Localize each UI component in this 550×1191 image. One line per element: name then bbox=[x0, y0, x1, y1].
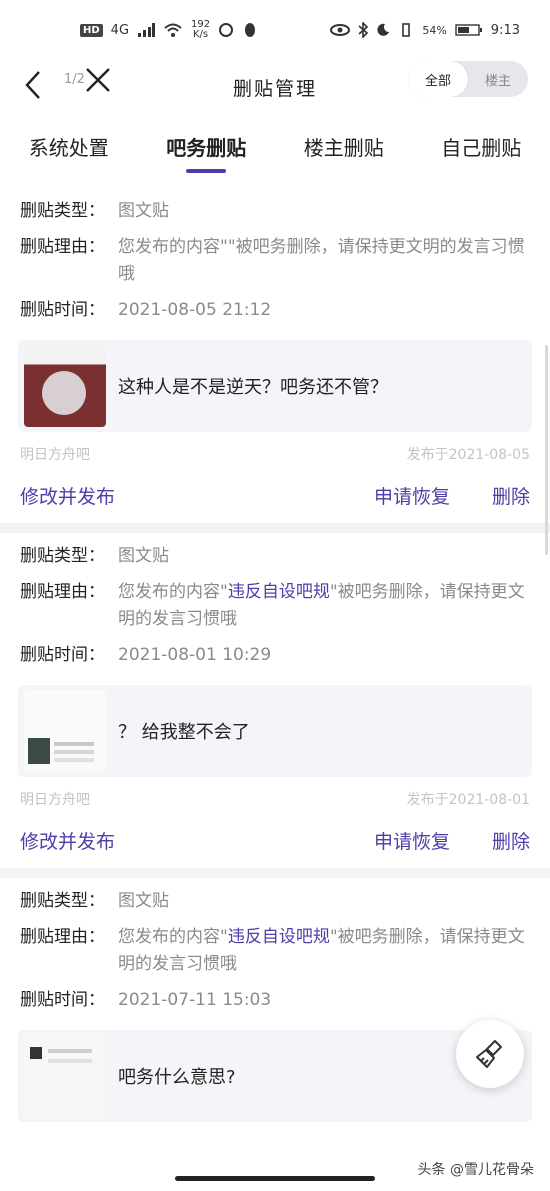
bluetooth-icon bbox=[358, 22, 369, 38]
scrollbar[interactable] bbox=[545, 345, 548, 555]
post-meta: 明日方舟吧 发布于2021-08-01 bbox=[20, 789, 530, 809]
tab-system[interactable]: 系统处置 bbox=[29, 124, 109, 161]
network-label: 4G bbox=[110, 22, 130, 38]
tab-self-delete[interactable]: 自己删贴 bbox=[441, 124, 521, 161]
time-value: 2021-07-11 15:03 bbox=[118, 990, 272, 1010]
type-value: 图文贴 bbox=[118, 891, 169, 911]
post-preview[interactable]: 这种人是不是逆天？吧务还不管？ bbox=[18, 340, 532, 432]
battery-percent: 54% bbox=[422, 23, 447, 37]
signal-icon bbox=[138, 23, 156, 37]
time-value: 2021-08-05 21:12 bbox=[118, 300, 272, 320]
reason-label: 删贴理由： bbox=[20, 237, 105, 257]
status-bar: HD 4G 192 K/s 54% 9:13 bbox=[0, 0, 550, 60]
type-label: 删贴类型： bbox=[20, 891, 105, 911]
watermark: 头条 @雪儿花骨朵 bbox=[417, 1162, 534, 1178]
hd-badge: HD bbox=[80, 23, 103, 37]
reason-value: 您发布的内容"违反自设吧规"被吧务删除，请保持更文明的发言习惯哦 bbox=[118, 924, 530, 978]
forum-name: 明日方舟吧 bbox=[20, 792, 90, 808]
post-meta: 明日方舟吧 发布于2021-08-05 bbox=[20, 444, 530, 464]
reason-row: 删贴理由： 您发布的内容"违反自设吧规"被吧务删除，请保持更文明的发言习惯哦 bbox=[20, 579, 530, 633]
segment-all[interactable]: 全部 bbox=[408, 61, 468, 97]
rule-violation-link: 违反自设吧规 bbox=[227, 927, 330, 947]
status-right: 54% 9:13 bbox=[330, 22, 520, 38]
type-row: 删贴类型： 图文贴 bbox=[20, 198, 530, 225]
reason-value: 您发布的内容"违反自设吧规"被吧务删除，请保持更文明的发言习惯哦 bbox=[118, 579, 530, 633]
battery-icon bbox=[455, 24, 482, 36]
tab-admin-delete[interactable]: 吧务删贴 bbox=[166, 124, 246, 173]
filter-segment: 全部 楼主 bbox=[408, 61, 528, 97]
reason-text: 您发布的内容""被吧务删除，请保持更文明的发言习惯哦 bbox=[118, 237, 525, 284]
speed-unit: K/s bbox=[193, 29, 209, 40]
type-label: 删贴类型： bbox=[20, 201, 105, 221]
divider bbox=[0, 523, 550, 533]
tab-owner-delete[interactable]: 楼主删贴 bbox=[304, 124, 384, 161]
network-speed: 192 K/s bbox=[191, 20, 210, 40]
penguin-icon bbox=[245, 23, 256, 37]
reason-row: 删贴理由： 您发布的内容""被吧务删除，请保持更文明的发言习惯哦 bbox=[20, 234, 530, 288]
edit-republish-button[interactable]: 修改并发布 bbox=[20, 482, 115, 509]
list-item: 删贴类型： 图文贴 删贴理由： 您发布的内容"违反自设吧规"被吧务删除，请保持更… bbox=[0, 878, 550, 1148]
post-thumbnail bbox=[24, 1035, 106, 1117]
post-title: ？ 给我整不会了 bbox=[118, 722, 250, 743]
request-restore-button[interactable]: 申请恢复 bbox=[374, 482, 450, 509]
publish-date: 发布于2021-08-05 bbox=[406, 447, 530, 463]
status-left: HD 4G 192 K/s bbox=[80, 20, 258, 40]
eye-icon bbox=[330, 24, 351, 36]
post-thumbnail bbox=[24, 690, 106, 772]
app-notification-icon bbox=[219, 23, 234, 37]
request-restore-button[interactable]: 申请恢复 bbox=[374, 827, 450, 854]
card-actions: 修改并发布 申请恢复 删除 bbox=[20, 482, 530, 509]
time-label: 删贴时间： bbox=[20, 645, 105, 665]
type-row: 删贴类型： 图文贴 bbox=[20, 888, 530, 915]
forum-name: 明日方舟吧 bbox=[20, 447, 90, 463]
type-value: 图文贴 bbox=[118, 546, 169, 566]
divider bbox=[0, 868, 550, 878]
time-row: 删贴时间： 2021-07-11 15:03 bbox=[20, 987, 530, 1014]
post-preview[interactable]: ？ 给我整不会了 bbox=[18, 685, 532, 777]
post-preview[interactable]: 吧务什么意思? bbox=[18, 1030, 532, 1122]
wifi-icon bbox=[164, 23, 182, 37]
time-row: 删贴时间： 2021-08-05 21:12 bbox=[20, 297, 530, 324]
post-title: 吧务什么意思? bbox=[118, 1067, 236, 1088]
card-actions: 修改并发布 申请恢复 删除 bbox=[20, 827, 530, 854]
segment-owner[interactable]: 楼主 bbox=[468, 61, 528, 97]
deleted-posts-list: 删贴类型： 图文贴 删贴理由： 您发布的内容""被吧务删除，请保持更文明的发言习… bbox=[0, 188, 550, 1148]
home-indicator[interactable] bbox=[175, 1176, 375, 1181]
type-value: 图文贴 bbox=[118, 201, 169, 221]
delete-button[interactable]: 删除 bbox=[492, 482, 530, 509]
type-row: 删贴类型： 图文贴 bbox=[20, 543, 530, 570]
time-label: 删贴时间： bbox=[20, 990, 105, 1010]
clean-up-button[interactable] bbox=[456, 1020, 524, 1088]
reason-label: 删贴理由： bbox=[20, 927, 105, 947]
rule-violation-link: 违反自设吧规 bbox=[227, 582, 330, 602]
reason-text: 您发布的内容" bbox=[118, 582, 228, 602]
vibrate-icon bbox=[402, 23, 411, 37]
list-item: 删贴类型： 图文贴 删贴理由： 您发布的内容"违反自设吧规"被吧务删除，请保持更… bbox=[0, 533, 550, 868]
app-header: 1/2 删贴管理 全部 楼主 bbox=[0, 60, 550, 112]
edit-republish-button[interactable]: 修改并发布 bbox=[20, 827, 115, 854]
moon-icon bbox=[377, 23, 390, 36]
post-title: 这种人是不是逆天？吧务还不管？ bbox=[118, 377, 388, 398]
tab-bar: 系统处置 吧务删贴 楼主删贴 自己删贴 bbox=[0, 124, 550, 180]
time-row: 删贴时间： 2021-08-01 10:29 bbox=[20, 642, 530, 669]
clock: 9:13 bbox=[490, 22, 520, 38]
reason-value: 您发布的内容""被吧务删除，请保持更文明的发言习惯哦 bbox=[118, 234, 530, 288]
time-label: 删贴时间： bbox=[20, 300, 105, 320]
post-thumbnail bbox=[24, 345, 106, 427]
type-label: 删贴类型： bbox=[20, 546, 105, 566]
reason-row: 删贴理由： 您发布的内容"违反自设吧规"被吧务删除，请保持更文明的发言习惯哦 bbox=[20, 924, 530, 978]
time-value: 2021-08-01 10:29 bbox=[118, 645, 272, 665]
list-item: 删贴类型： 图文贴 删贴理由： 您发布的内容""被吧务删除，请保持更文明的发言习… bbox=[0, 188, 550, 523]
broom-icon bbox=[476, 1040, 502, 1068]
delete-button[interactable]: 删除 bbox=[492, 827, 530, 854]
reason-label: 删贴理由： bbox=[20, 582, 105, 602]
reason-text: 您发布的内容" bbox=[118, 927, 228, 947]
publish-date: 发布于2021-08-01 bbox=[406, 792, 530, 808]
